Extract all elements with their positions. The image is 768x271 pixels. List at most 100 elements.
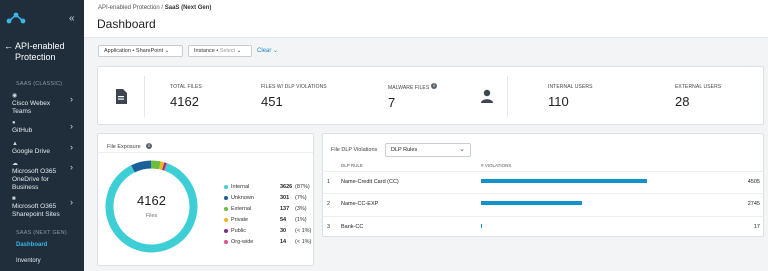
legend-count: 137 xyxy=(280,206,290,212)
dlp-grouping-select[interactable]: DLP Rules ⌄ xyxy=(385,143,471,157)
malware-files-value[interactable]: 7 xyxy=(388,95,395,110)
github-icon: ● xyxy=(12,120,16,126)
donut-center-label: Files xyxy=(145,213,158,219)
breadcrumb-parent[interactable]: API-enabled Protection xyxy=(98,5,160,11)
legend-count: 30 xyxy=(280,228,287,234)
legend-pct: (87%) xyxy=(295,184,310,190)
legend-dot xyxy=(224,207,228,211)
webex-icon: ◉ xyxy=(12,93,18,99)
donut-center-value: 4162 xyxy=(137,193,166,208)
internal-users-value[interactable]: 110 xyxy=(548,94,569,109)
legend-dot xyxy=(224,229,228,233)
sidebar-item-label: Microsoft O365 OneDrive for Business xyxy=(12,168,57,191)
external-users-value[interactable]: 28 xyxy=(675,94,689,109)
breadcrumb-current: SaaS (Next Gen) xyxy=(164,5,212,11)
page-title: Dashboard xyxy=(97,17,156,31)
row-number: 2 xyxy=(327,201,331,207)
sharepoint-icon: ■ xyxy=(12,196,16,202)
breadcrumb: API-enabled Protection / SaaS (Next Gen) xyxy=(98,5,211,11)
legend-pct: (3%) xyxy=(295,206,307,212)
application-filter-label: Application • xyxy=(104,48,135,54)
table-row[interactable]: 1 Name-Credit Card (CC) 4505 xyxy=(323,171,763,191)
chevron-right-icon: › xyxy=(70,121,73,131)
legend-name: Unknown xyxy=(231,195,254,201)
violation-bar xyxy=(481,201,583,205)
chevron-right-icon: › xyxy=(70,142,73,152)
file-exposure-card: File Exposure i 4162 Files Internal 3626… xyxy=(97,133,314,266)
exposure-donut[interactable]: 4162 Files xyxy=(104,159,199,254)
legend-item-internal[interactable]: Internal 3626 (87%) xyxy=(224,183,314,191)
total-files-label: TOTAL FILES xyxy=(170,84,202,90)
summary-stats-card: TOTAL FILES 4162 FILES W/ DLP VIOLATIONS… xyxy=(97,66,764,125)
sidebar-item-dashboard[interactable]: Dashboard xyxy=(16,242,47,248)
sidebar-item-inventory[interactable]: Inventory xyxy=(16,258,41,264)
legend-item-unknown[interactable]: Unknown 301 (7%) xyxy=(224,194,314,202)
instance-filter[interactable]: Instance • Select ⌄ xyxy=(188,45,252,57)
dlp-violations-card: File DLP Violations DLP Rules ⌄ DLP RULE… xyxy=(322,133,764,237)
violation-count: 17 xyxy=(753,224,760,230)
legend-pct: (7%) xyxy=(295,195,307,201)
legend-item-org-wide[interactable]: Org-wide 14 (< 1%) xyxy=(224,238,314,246)
dlp-violations-title: File DLP Violations xyxy=(331,147,378,153)
application-filter-value: SharePoint xyxy=(135,48,164,54)
chevron-right-icon: › xyxy=(70,197,73,207)
logo-icon xyxy=(6,12,26,24)
donut-slice-private[interactable] xyxy=(159,161,165,171)
legend-item-private[interactable]: Private 54 (1%) xyxy=(224,216,314,224)
info-icon[interactable]: i xyxy=(146,143,152,149)
chevron-right-icon: › xyxy=(70,162,73,172)
legend-count: 54 xyxy=(280,217,287,223)
application-filter[interactable]: Application • SharePoint ⌄ xyxy=(98,45,183,57)
rule-name: Name-Credit Card (CC) xyxy=(341,179,399,185)
sidebar-item-label: GitHub xyxy=(12,127,33,134)
malware-files-label: MALWARE FILES xyxy=(388,85,430,91)
rule-name: Name-CC-EXP xyxy=(341,201,379,207)
divider xyxy=(98,152,313,153)
sidebar-item-label: Google Drive xyxy=(12,148,50,155)
divider xyxy=(507,76,508,117)
page-header: API-enabled Protection / SaaS (Next Gen)… xyxy=(84,0,768,38)
google-drive-icon: ▲ xyxy=(12,141,18,147)
divider xyxy=(144,76,145,117)
clear-filters-button[interactable]: Clear ⌄ xyxy=(257,47,278,54)
instance-filter-label: Instance • xyxy=(194,48,219,54)
legend-item-external[interactable]: External 137 (3%) xyxy=(224,205,314,213)
legend-name: Public xyxy=(231,228,246,234)
breadcrumb-separator: / xyxy=(161,5,164,11)
file-icon xyxy=(116,89,127,104)
table-row[interactable]: 3 Bank-CC 17 xyxy=(323,216,763,236)
onedrive-icon: ☁ xyxy=(12,161,18,167)
table-row[interactable]: 2 Name-CC-EXP 2745 xyxy=(323,193,763,213)
chevron-down-icon: ⌄ xyxy=(236,48,242,54)
total-files-value[interactable]: 4162 xyxy=(170,94,199,109)
legend-count: 14 xyxy=(280,239,287,245)
legend-count: 301 xyxy=(280,195,290,201)
file-exposure-title: File Exposure xyxy=(107,144,141,150)
collapse-sidebar-icon[interactable]: « xyxy=(69,13,75,24)
user-icon xyxy=(481,89,493,103)
donut-slice-unknown[interactable] xyxy=(131,160,152,173)
legend-name: Private xyxy=(231,217,249,223)
column-header-violations[interactable]: # VIOLATIONS xyxy=(481,163,511,168)
column-header-rule[interactable]: DLP RULE xyxy=(341,163,363,168)
chevron-down-icon: ⌄ xyxy=(164,48,170,54)
donut-slice-public[interactable] xyxy=(162,162,167,171)
instance-filter-value: Select xyxy=(219,48,236,54)
dlp-grouping-value: DLP Rules xyxy=(391,147,418,153)
dlp-files-value[interactable]: 451 xyxy=(261,94,283,109)
violation-bar xyxy=(481,179,647,183)
legend-name: External xyxy=(231,206,252,212)
chevron-down-icon: ⌄ xyxy=(273,48,279,54)
chevron-down-icon: ⌄ xyxy=(459,146,465,153)
legend-pct: (< 1%) xyxy=(295,228,312,234)
section-label-next-gen: SAAS (NEXT GEN) xyxy=(16,230,67,236)
legend-name: Org-wide xyxy=(231,239,254,245)
info-icon[interactable]: i xyxy=(431,83,437,89)
legend-dot xyxy=(224,196,228,200)
legend-item-public[interactable]: Public 30 (< 1%) xyxy=(224,227,314,235)
internal-users-label: INTERNAL USERS xyxy=(548,84,593,90)
section-label-classic: SAAS (CLASSIC) xyxy=(16,81,63,87)
legend-dot xyxy=(224,240,228,244)
legend-dot xyxy=(224,218,228,222)
donut-slice-external[interactable] xyxy=(151,160,161,170)
